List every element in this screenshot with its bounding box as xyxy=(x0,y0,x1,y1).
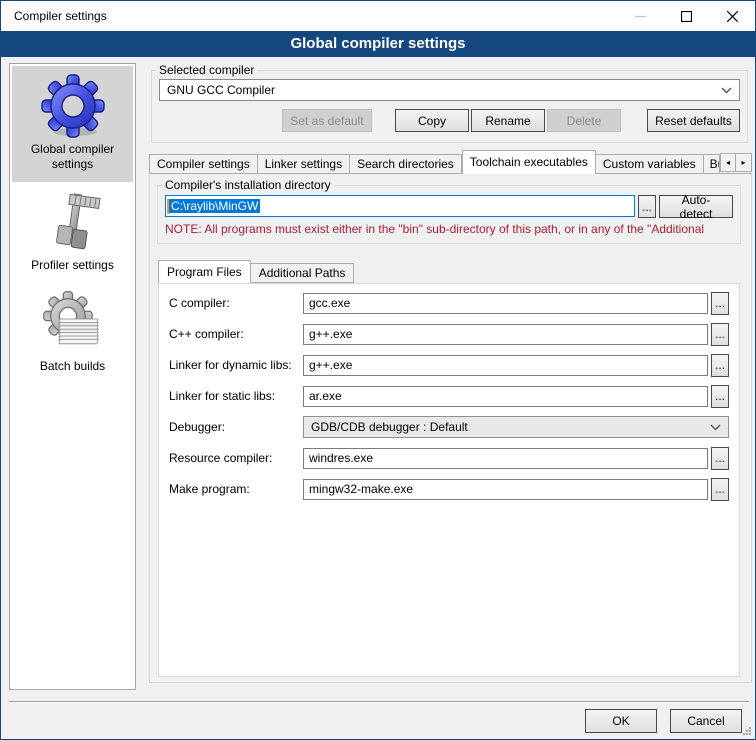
field-row-linker-static: Linker for static libs: ... xyxy=(169,385,729,407)
installation-directory-input[interactable]: C:\raylib\MinGW xyxy=(165,195,635,217)
gear-stack-icon xyxy=(41,291,105,355)
footer-divider xyxy=(9,701,749,703)
settings-category-list: Global compiler settings Profiler settin… xyxy=(9,63,136,690)
window-title: Compiler settings xyxy=(1,9,107,23)
settings-tabstrip: Compiler settings Linker settings Search… xyxy=(149,150,752,174)
window-controls xyxy=(617,1,755,31)
ok-button[interactable]: OK xyxy=(585,709,657,733)
c-compiler-browse-button[interactable]: ... xyxy=(711,292,729,315)
field-row-c-compiler: C compiler: ... xyxy=(169,292,729,314)
field-row-linker-dynamic: Linker for dynamic libs: ... xyxy=(169,354,729,376)
cpp-compiler-label: C++ compiler: xyxy=(169,327,303,341)
compiler-select[interactable]: GNU GCC Compiler xyxy=(159,79,740,101)
minimize-icon xyxy=(617,1,663,31)
tab-scroll-left-icon[interactable]: ◂ xyxy=(720,153,736,172)
field-row-make-program: Make program: ... xyxy=(169,478,729,500)
sidebar-item-label: Global compiler settings xyxy=(14,142,131,172)
gear-blue-icon xyxy=(41,74,105,138)
linker-dynamic-input[interactable] xyxy=(303,355,708,376)
make-program-browse-button[interactable]: ... xyxy=(711,478,729,501)
linker-dynamic-browse-button[interactable]: ... xyxy=(711,354,729,377)
tab-linker-settings[interactable]: Linker settings xyxy=(258,154,350,174)
sidebar-item-label: Profiler settings xyxy=(14,258,131,273)
tab-search-directories[interactable]: Search directories xyxy=(350,154,462,174)
debugger-label: Debugger: xyxy=(169,420,303,434)
compiler-select-value: GNU GCC Compiler xyxy=(167,83,275,97)
resource-compiler-label: Resource compiler: xyxy=(169,451,303,465)
field-row-debugger: Debugger: GDB/CDB debugger : Default xyxy=(169,416,729,438)
auto-detect-button[interactable]: Auto-detect xyxy=(659,195,733,218)
linker-dynamic-label: Linker for dynamic libs: xyxy=(169,358,303,372)
debugger-select-value: GDB/CDB debugger : Default xyxy=(311,420,468,434)
linker-static-label: Linker for static libs: xyxy=(169,389,303,403)
sidebar-item-batch-builds[interactable]: Batch builds xyxy=(12,283,133,384)
dialog-header: Global compiler settings xyxy=(1,31,755,57)
field-row-resource-compiler: Resource compiler: ... xyxy=(169,447,729,469)
tab-custom-variables[interactable]: Custom variables xyxy=(596,154,704,174)
browse-directory-button[interactable]: ... xyxy=(638,195,656,218)
titlebar: Compiler settings xyxy=(1,1,755,31)
resize-grip[interactable] xyxy=(742,726,752,736)
sidebar-item-label: Batch builds xyxy=(14,359,131,374)
installation-directory-group: Compiler's installation directory C:\ray… xyxy=(157,178,741,244)
make-program-label: Make program: xyxy=(169,482,303,496)
tab-build-options[interactable]: Build xyxy=(704,154,720,174)
compiler-buttons-row: Set as default Copy Rename Delete Reset … xyxy=(152,109,740,132)
tab-compiler-settings[interactable]: Compiler settings xyxy=(149,154,258,174)
cancel-button[interactable]: Cancel xyxy=(670,709,742,733)
delete-button: Delete xyxy=(547,109,621,132)
tab-additional-paths[interactable]: Additional Paths xyxy=(251,263,355,283)
program-files-page: C compiler: ... C++ compiler: ... Linker… xyxy=(158,283,740,677)
cpp-compiler-input[interactable] xyxy=(303,324,708,345)
reset-defaults-button[interactable]: Reset defaults xyxy=(647,109,740,132)
compiler-settings-dialog: Compiler settings Global compiler settin… xyxy=(0,0,756,740)
program-files-tabstrip: Program Files Additional Paths xyxy=(158,260,354,283)
cpp-compiler-browse-button[interactable]: ... xyxy=(711,323,729,346)
installation-directory-value: C:\raylib\MinGW xyxy=(169,199,260,213)
tab-program-files[interactable]: Program Files xyxy=(158,260,251,283)
toolchain-executables-page: Compiler's installation directory C:\ray… xyxy=(149,173,752,683)
caliper-icon xyxy=(41,190,105,254)
selected-compiler-legend: Selected compiler xyxy=(156,63,257,77)
rename-button[interactable]: Rename xyxy=(471,109,545,132)
copy-button[interactable]: Copy xyxy=(395,109,469,132)
maximize-icon[interactable] xyxy=(663,1,709,31)
sidebar-item-profiler-settings[interactable]: Profiler settings xyxy=(12,182,133,283)
resource-compiler-browse-button[interactable]: ... xyxy=(711,447,729,470)
make-program-input[interactable] xyxy=(303,479,708,500)
debugger-select[interactable]: GDB/CDB debugger : Default xyxy=(303,416,729,438)
selected-compiler-group: Selected compiler GNU GCC Compiler Set a… xyxy=(151,63,748,143)
linker-static-browse-button[interactable]: ... xyxy=(711,385,729,408)
set-as-default-button: Set as default xyxy=(282,109,372,132)
installation-directory-row: C:\raylib\MinGW ... Auto-detect xyxy=(165,195,733,218)
chevron-down-icon xyxy=(710,420,721,434)
installation-directory-legend: Compiler's installation directory xyxy=(162,178,334,192)
bin-subdirectory-note: NOTE: All programs must exist either in … xyxy=(165,222,740,236)
sidebar-item-global-compiler-settings[interactable]: Global compiler settings xyxy=(12,66,133,182)
field-row-cpp-compiler: C++ compiler: ... xyxy=(169,323,729,345)
close-icon[interactable] xyxy=(709,1,755,31)
resource-compiler-input[interactable] xyxy=(303,448,708,469)
tab-scroll-right-icon[interactable]: ▸ xyxy=(736,153,752,172)
c-compiler-label: C compiler: xyxy=(169,296,303,310)
chevron-down-icon xyxy=(721,83,732,97)
tab-scroll-arrows: ◂ ▸ xyxy=(720,153,752,172)
tab-toolchain-executables[interactable]: Toolchain executables xyxy=(462,150,596,174)
linker-static-input[interactable] xyxy=(303,386,708,407)
c-compiler-input[interactable] xyxy=(303,293,708,314)
